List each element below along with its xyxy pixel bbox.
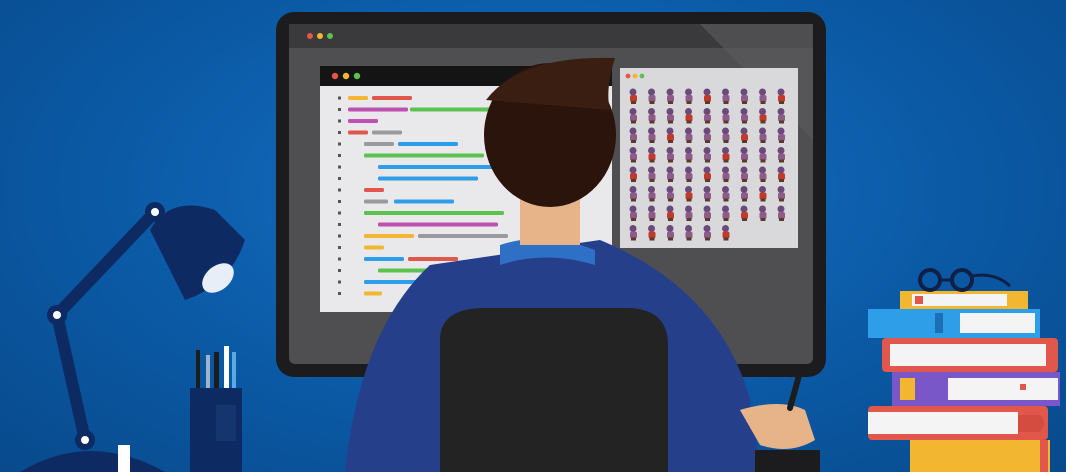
code-line bbox=[410, 107, 500, 112]
line-marker bbox=[338, 269, 341, 272]
chair-back bbox=[440, 308, 668, 472]
line-marker bbox=[338, 142, 341, 146]
lamp-arm-upper bbox=[51, 206, 161, 321]
code-line bbox=[364, 211, 504, 215]
yellow-dot-icon bbox=[342, 72, 350, 80]
line-marker bbox=[338, 108, 341, 111]
lamp-joint-bolt bbox=[53, 311, 61, 319]
code-line bbox=[348, 130, 368, 135]
code-line bbox=[364, 199, 388, 204]
book bbox=[910, 440, 1050, 472]
code-line bbox=[364, 257, 404, 261]
book-band bbox=[1040, 440, 1048, 472]
line-marker bbox=[338, 131, 341, 134]
red-dot-icon bbox=[307, 33, 313, 39]
stylus-icon bbox=[787, 369, 803, 411]
code-line bbox=[364, 153, 484, 158]
pen bbox=[224, 346, 229, 390]
book-badge bbox=[1018, 415, 1044, 432]
book-band bbox=[935, 313, 943, 333]
line-marker bbox=[338, 200, 341, 203]
tablet bbox=[755, 450, 820, 472]
code-line bbox=[348, 96, 368, 100]
lamp-arm-lower bbox=[51, 309, 91, 446]
sprite-sheet-panel bbox=[620, 68, 798, 248]
code-line bbox=[394, 199, 454, 204]
book-badge bbox=[1020, 384, 1026, 390]
line-marker bbox=[338, 188, 341, 192]
code-line bbox=[364, 245, 384, 250]
line-marker bbox=[338, 246, 341, 249]
code-line bbox=[418, 234, 508, 238]
line-marker bbox=[338, 223, 341, 226]
pen bbox=[232, 352, 236, 390]
pen bbox=[214, 352, 219, 390]
pen bbox=[206, 355, 210, 390]
green-dot-icon bbox=[327, 33, 333, 39]
code-line bbox=[348, 107, 408, 112]
lamp-base bbox=[20, 451, 165, 472]
book-pages bbox=[890, 344, 1046, 366]
line-marker bbox=[338, 119, 341, 123]
line-marker bbox=[338, 96, 341, 100]
book-pages bbox=[960, 313, 1035, 333]
lamp-joint-bolt bbox=[151, 208, 159, 216]
green-dot-icon bbox=[353, 72, 361, 80]
pen-cup-icon bbox=[118, 346, 242, 472]
book-stack-icon bbox=[868, 291, 1060, 472]
cup-label bbox=[216, 405, 236, 441]
book-badge bbox=[915, 296, 923, 304]
line-marker bbox=[338, 177, 341, 180]
lamp-joint-bolt bbox=[81, 436, 89, 444]
code-line bbox=[364, 234, 414, 238]
developer-illustration bbox=[20, 12, 1060, 472]
paper-corner bbox=[118, 445, 130, 472]
line-marker bbox=[338, 154, 341, 157]
line-marker bbox=[338, 234, 341, 238]
glasses-temple bbox=[971, 273, 1012, 288]
line-marker bbox=[338, 165, 341, 169]
book-pages bbox=[948, 378, 1058, 400]
code-line bbox=[378, 165, 508, 169]
book-band bbox=[900, 378, 915, 400]
line-marker bbox=[338, 280, 341, 284]
glasses-lens bbox=[918, 268, 942, 292]
red-dot-icon bbox=[625, 73, 631, 79]
code-line bbox=[364, 188, 384, 192]
code-line bbox=[348, 119, 378, 123]
code-line bbox=[372, 130, 402, 135]
code-line bbox=[378, 222, 498, 227]
pen bbox=[196, 350, 200, 390]
yellow-dot-icon bbox=[632, 73, 638, 79]
code-line bbox=[398, 142, 458, 146]
green-dot-icon bbox=[639, 73, 645, 79]
book-pages bbox=[912, 294, 1007, 306]
illustration-scene bbox=[0, 0, 1066, 472]
chair bbox=[440, 308, 668, 472]
lamp-shade bbox=[150, 205, 245, 300]
glasses-lens bbox=[950, 268, 974, 292]
line-marker bbox=[338, 257, 341, 261]
glasses-icon bbox=[918, 268, 1012, 292]
code-line bbox=[408, 257, 458, 261]
code-line bbox=[364, 142, 394, 146]
code-line bbox=[372, 96, 412, 100]
line-marker bbox=[338, 292, 341, 295]
book-pages bbox=[868, 412, 1018, 434]
line-marker bbox=[338, 211, 341, 215]
yellow-dot-icon bbox=[317, 33, 323, 39]
code-line bbox=[364, 291, 382, 296]
code-line bbox=[378, 176, 478, 181]
red-dot-icon bbox=[331, 72, 339, 80]
